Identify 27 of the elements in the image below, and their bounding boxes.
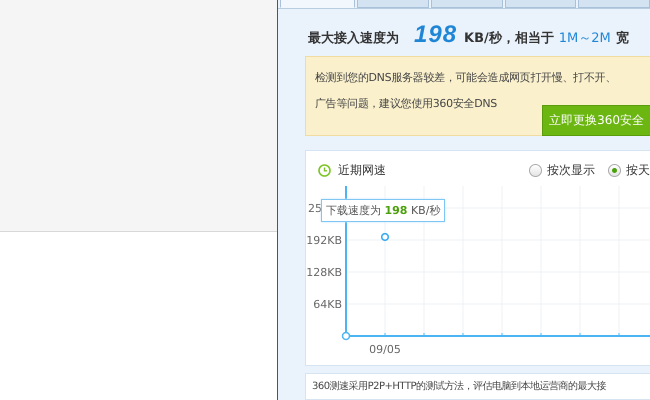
speed-unit: KB/秒，相当于: [464, 30, 554, 47]
data-point: [380, 232, 390, 242]
tab[interactable]: [357, 0, 429, 8]
y-tick-label: 25: [308, 202, 322, 215]
speed-label: 最大接入速度为: [308, 30, 399, 47]
notice-text: 检测到您的DNS服务器较差，可能会造成网页打开慢、打不开、: [315, 70, 617, 86]
radio-label[interactable]: 按天: [626, 162, 650, 178]
speed-tooltip: 下载速度为 198 KB/秒: [321, 199, 446, 222]
y-tick-label: 64KB: [313, 298, 342, 311]
tab[interactable]: [504, 0, 576, 8]
x-tick-label: 09/05: [369, 343, 401, 356]
clock-icon: [318, 164, 331, 176]
y-tick-label: 192KB: [306, 234, 342, 247]
radio-button[interactable]: [529, 164, 542, 176]
info-text: 360测速采用P2P+HTTP的测试方法，评估电脑到本地运营商的最大接: [312, 381, 606, 392]
tab[interactable]: [280, 0, 356, 8]
speed-value: 198: [414, 21, 458, 49]
y-tick-label: 128KB: [306, 266, 342, 279]
axis-origin-marker: [342, 332, 350, 340]
tab[interactable]: [430, 0, 503, 8]
bandwidth-value: 1M～2M: [558, 30, 611, 47]
chart-title: 近期网速: [338, 162, 386, 178]
radio-label[interactable]: 按次显示: [547, 162, 595, 178]
bandwidth-label: 宽: [616, 30, 629, 47]
tab[interactable]: [578, 0, 650, 8]
notice-text: 广告等问题，建议您使用360安全DNS: [315, 96, 498, 112]
radio-button[interactable]: [608, 164, 621, 176]
